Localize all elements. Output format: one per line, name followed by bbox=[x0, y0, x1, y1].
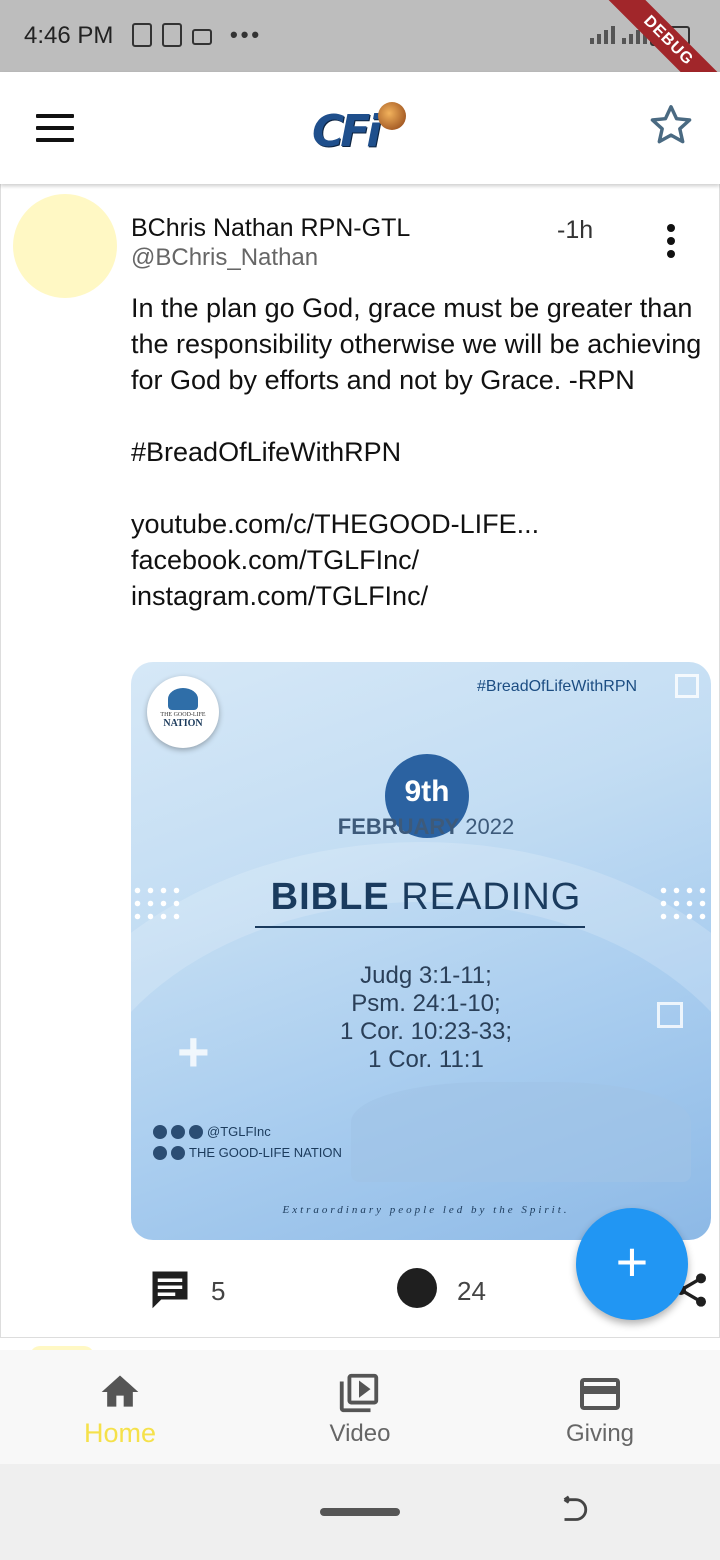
message-icon bbox=[192, 29, 212, 45]
nav-item-giving[interactable]: Giving bbox=[480, 1350, 720, 1464]
video-library-icon bbox=[339, 1373, 379, 1413]
system-navigation-bar bbox=[0, 1464, 720, 1560]
location-icon bbox=[153, 1145, 167, 1160]
parking-icon bbox=[162, 23, 182, 47]
image-hashtag: #BreadOfLifeWithRPN bbox=[477, 678, 638, 695]
author-name[interactable]: BChris Nathan RPN-GTL bbox=[131, 214, 410, 243]
nav-item-video[interactable]: Video bbox=[240, 1350, 480, 1464]
comment-count: 5 bbox=[211, 1276, 226, 1306]
nav-item-home[interactable]: Home bbox=[0, 1350, 240, 1464]
add-post-button[interactable]: + bbox=[576, 1208, 688, 1320]
youtube-icon bbox=[171, 1145, 185, 1160]
credit-card-icon bbox=[580, 1378, 620, 1410]
post-image[interactable]: THE GOOD-LIFE NATION #BreadOfLifeWithRPN… bbox=[131, 662, 711, 1240]
menu-icon[interactable] bbox=[36, 114, 74, 142]
date-month-year: FEBRUARY 2022 bbox=[337, 814, 515, 839]
star-icon[interactable] bbox=[648, 102, 694, 148]
book-graphic bbox=[351, 1082, 691, 1182]
rotate-icon[interactable] bbox=[556, 1494, 590, 1528]
nav-label-giving: Giving bbox=[565, 1420, 635, 1447]
title-underline bbox=[255, 926, 585, 928]
nav-label-home: Home bbox=[83, 1418, 157, 1448]
instagram-icon bbox=[171, 1124, 185, 1139]
social-links: @TGLFInc THE GOOD-LIFE NATION bbox=[153, 1124, 342, 1166]
bottom-navigation: Home Video Giving bbox=[0, 1350, 720, 1464]
like-count: 24 bbox=[457, 1276, 486, 1306]
app-logo-text: CFi bbox=[312, 106, 381, 157]
like-icon[interactable] bbox=[397, 1268, 437, 1308]
globe-icon bbox=[378, 102, 406, 130]
status-time: 4:46 PM bbox=[24, 22, 114, 49]
more-notifications-icon: ••• bbox=[230, 22, 263, 47]
signal-icon bbox=[590, 26, 615, 44]
scripture-readings: Judg 3:1-11; Psm. 24:1-10; 1 Cor. 10:23-… bbox=[339, 962, 513, 1073]
image-title: BIBLE READING bbox=[270, 876, 582, 918]
twitter-icon bbox=[189, 1124, 203, 1139]
status-bar: 4:46 PM ••• DEBUG bbox=[0, 0, 720, 72]
post-card[interactable]: BChris Nathan RPN-GTL @BChris_Nathan -1h… bbox=[0, 184, 720, 1338]
home-gesture-pill[interactable] bbox=[320, 1508, 400, 1516]
app-bar: CFi bbox=[0, 72, 720, 184]
app-logo: CFi bbox=[312, 102, 412, 158]
post-time: -1h bbox=[557, 216, 594, 244]
comment-icon[interactable] bbox=[149, 1268, 191, 1310]
decorative-square bbox=[675, 674, 699, 698]
post-text: In the plan go God, grace must be greate… bbox=[131, 293, 702, 611]
good-life-nation-logo: THE GOOD-LIFE NATION bbox=[147, 676, 219, 748]
more-options-icon[interactable] bbox=[665, 224, 677, 260]
home-icon bbox=[101, 1375, 139, 1407]
nav-label-video: Video bbox=[329, 1420, 391, 1447]
status-notification-icons: ••• bbox=[132, 22, 262, 48]
battery-saver-icon bbox=[132, 23, 152, 47]
author-handle[interactable]: @BChris_Nathan bbox=[131, 244, 318, 272]
decorative-plus: + bbox=[177, 1020, 210, 1083]
avatar[interactable] bbox=[13, 194, 117, 298]
facebook-icon bbox=[153, 1124, 167, 1139]
